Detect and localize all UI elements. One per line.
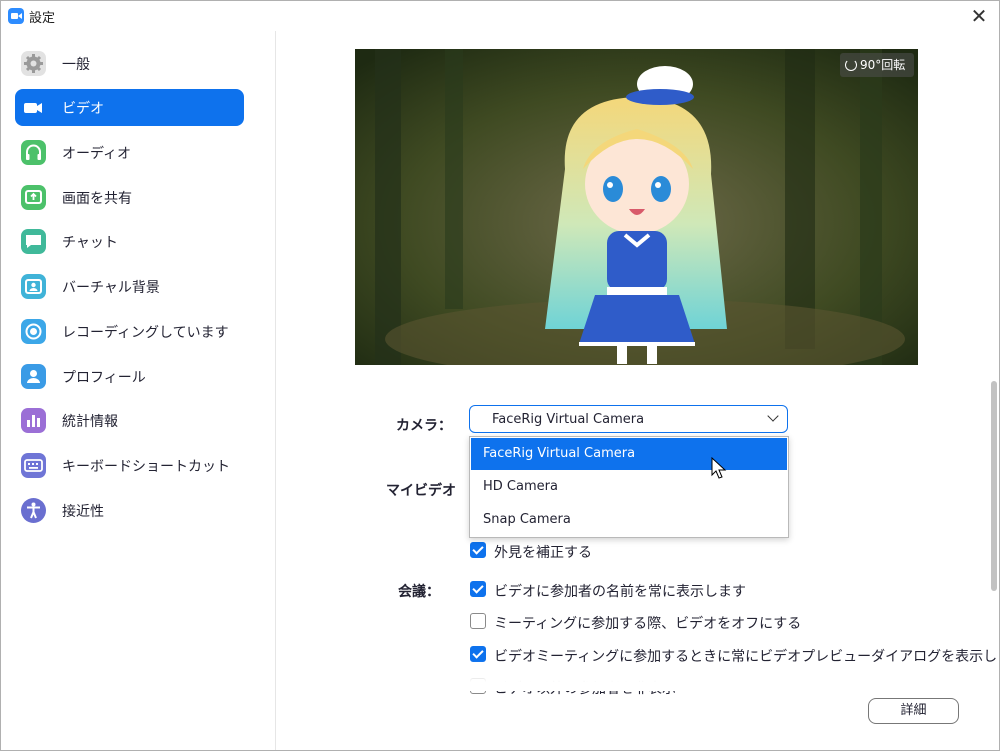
camera-dropdown-list: FaceRig Virtual Camera HD Camera Snap Ca… — [469, 436, 789, 538]
keyboard-icon — [21, 453, 46, 478]
mouse-cursor-icon — [711, 457, 727, 479]
camera-select[interactable]: FaceRig Virtual Camera — [469, 405, 788, 433]
chat-bubble-icon — [21, 229, 46, 254]
sidebar-item-share-screen[interactable]: 画面を共有 — [15, 179, 244, 216]
zoom-app-icon — [8, 8, 24, 24]
scroll-fade — [277, 661, 987, 691]
camera-select-value: FaceRig Virtual Camera — [492, 412, 645, 427]
sidebar-item-label: バーチャル背景 — [62, 280, 160, 296]
sidebar-item-keyboard-shortcuts[interactable]: キーボードショートカット — [15, 447, 244, 484]
sidebar-item-label: レコーディングしています — [62, 325, 229, 341]
camera-option-facerig[interactable]: FaceRig Virtual Camera — [471, 438, 787, 470]
chevron-down-icon — [767, 410, 779, 422]
sidebar-item-profile[interactable]: プロフィール — [15, 358, 244, 395]
sidebar-item-label: 統計情報 — [62, 414, 118, 430]
sidebar-item-accessibility[interactable]: 接近性 — [15, 492, 244, 529]
window-title: 設定 — [29, 11, 56, 26]
sidebar-item-chat[interactable]: チャット — [15, 223, 244, 260]
close-icon[interactable]: ✕ — [967, 4, 991, 28]
meeting-label: 会議： — [398, 584, 440, 600]
sidebar-item-label: プロフィール — [62, 370, 146, 386]
sidebar-item-recording[interactable]: レコーディングしています — [15, 313, 244, 350]
sidebar-item-general[interactable]: 一般 — [15, 45, 244, 82]
sidebar-item-label: チャット — [62, 235, 118, 251]
virtual-background-icon — [21, 274, 46, 299]
video-camera-icon — [21, 95, 46, 120]
accessibility-icon — [21, 498, 46, 523]
share-screen-icon — [21, 185, 46, 210]
title-bar: 設定 ✕ — [1, 1, 999, 31]
advanced-button[interactable]: 詳細 — [868, 698, 959, 724]
sidebar-item-label: キーボードショートカット — [62, 459, 230, 475]
sidebar-item-statistics[interactable]: 統計情報 — [15, 402, 244, 439]
rotate-icon — [845, 59, 857, 71]
gear-icon — [21, 51, 46, 76]
sidebar-item-audio[interactable]: オーディオ — [15, 134, 244, 171]
video-off-checkbox[interactable] — [470, 613, 486, 629]
camera-option-snap[interactable]: Snap Camera — [471, 504, 787, 536]
sidebar-item-label: オーディオ — [62, 146, 132, 162]
video-off-label: ミーティングに参加する際、ビデオをオフにする — [494, 616, 802, 632]
sidebar-item-label: ビデオ — [62, 101, 104, 117]
profile-icon — [21, 364, 46, 389]
show-names-checkbox[interactable] — [470, 581, 486, 597]
sidebar-item-video[interactable]: ビデオ — [15, 89, 244, 126]
settings-sidebar: 一般 ビデオ オーディオ 画面を共有 チャット バーチャル背景 レコーディングし… — [1, 31, 276, 750]
sidebar-item-label: 画面を共有 — [62, 191, 132, 207]
rotate-90-button[interactable]: 90°回転 — [840, 53, 914, 77]
rotate-label: 90°回転 — [860, 58, 906, 72]
statistics-icon — [21, 408, 46, 433]
settings-window: 設定 ✕ 一般 ビデオ オーディオ 画面を共有 チャット バーチャル背景 レコー… — [0, 0, 1000, 751]
my-video-label: マイビデオ — [386, 483, 456, 499]
record-icon — [21, 319, 46, 344]
scrollbar[interactable] — [989, 31, 999, 750]
video-settings-panel: 90°回転 カメラ： FaceRig Virtual Camera FaceRi… — [277, 31, 999, 750]
show-names-label: ビデオに参加者の名前を常に表示します — [494, 584, 746, 600]
scrollbar-thumb[interactable] — [991, 381, 997, 591]
camera-option-hd[interactable]: HD Camera — [471, 471, 787, 503]
preview-dialog-checkbox[interactable] — [470, 646, 486, 662]
sidebar-item-label: 一般 — [62, 57, 90, 73]
camera-preview-image — [355, 49, 918, 365]
sidebar-item-label: 接近性 — [62, 504, 104, 520]
touch-up-checkbox[interactable] — [470, 542, 486, 558]
video-preview: 90°回転 — [355, 49, 918, 365]
camera-label: カメラ： — [396, 418, 452, 434]
sidebar-item-virtual-background[interactable]: バーチャル背景 — [15, 268, 244, 305]
touch-up-label: 外見を補正する — [494, 545, 592, 561]
headphones-icon — [21, 140, 46, 165]
